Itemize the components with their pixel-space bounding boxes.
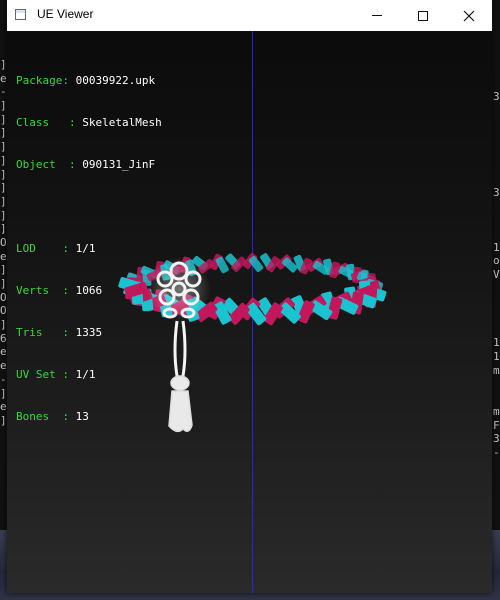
minimize-icon [372, 15, 382, 16]
info-object-row: Object : 090131_JinF [16, 158, 156, 171]
verts-value: 1066 [75, 284, 103, 297]
maximize-button[interactable] [400, 0, 446, 31]
console-line: 3 [493, 90, 500, 103]
console-line: F [493, 418, 500, 432]
console-line: 3 [493, 432, 500, 446]
background-console-right: 331oV11mmF3- [492, 0, 500, 600]
console-line: 3 [493, 185, 500, 199]
console-line: o [493, 254, 500, 268]
window-title: UE Viewer [37, 7, 94, 21]
title-bar[interactable]: UE Viewer [7, 0, 492, 32]
class-value: SkeletalMesh [82, 116, 162, 129]
3d-viewport[interactable]: Package: 00039922.upk Class : SkeletalMe… [7, 31, 492, 593]
info-bones-row: Bones : 13 [16, 410, 89, 423]
console-line: V [493, 267, 500, 281]
object-value: 090131_JinF [82, 158, 156, 171]
class-label: Class [16, 116, 50, 129]
tris-label: Tris [16, 326, 43, 339]
uvset-value: 1/1 [75, 368, 96, 381]
minimize-button[interactable] [354, 0, 400, 31]
close-button[interactable] [446, 0, 492, 31]
close-icon [463, 10, 475, 21]
app-window-icon [15, 9, 26, 20]
uvset-label: UV Set [16, 368, 56, 381]
info-spacer [16, 200, 162, 214]
console-line: m [493, 363, 500, 377]
bones-label: Bones [16, 410, 50, 423]
verts-label: Verts [16, 284, 50, 297]
info-verts-row: Verts : 1066 [16, 284, 103, 297]
package-value: 00039922.upk [75, 74, 156, 87]
lod-value: 1/1 [75, 242, 96, 255]
console-line: - [493, 445, 500, 459]
console-line: m [493, 404, 500, 418]
ue-viewer-window: UE Viewer Package: 00039922.upk Class: … [7, 0, 492, 593]
info-uvset-row: UV Set : 1/1 [16, 368, 96, 381]
object-label: Object [16, 158, 56, 171]
info-package-row: Package: 00039922.upk [16, 74, 156, 87]
info-class-row: Class : SkeletalMesh [16, 116, 162, 129]
package-label: Package [16, 74, 63, 87]
tris-value: 1335 [75, 326, 103, 339]
braid-segment [209, 253, 229, 274]
info-lod-row: LOD : 1/1 [16, 242, 96, 255]
braid-segment [242, 253, 264, 272]
bones-value: 13 [75, 410, 89, 423]
console-line: 1 [493, 350, 500, 364]
info-tris-row: Tris : 1335 [16, 326, 103, 339]
maximize-icon [418, 10, 428, 21]
mesh-info-overlay: Package: 00039922.upk Class : SkeletalMe… [16, 46, 162, 452]
lod-label: LOD [16, 242, 36, 255]
console-line: 1 [493, 336, 500, 350]
console-line: 1 [493, 240, 500, 254]
